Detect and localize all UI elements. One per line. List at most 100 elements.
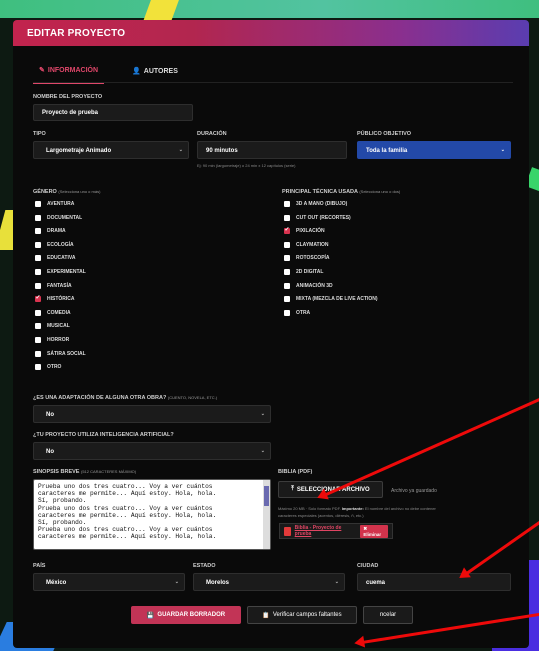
- checkbox-label: OTRA: [296, 309, 311, 316]
- pais-select[interactable]: México ⌄: [33, 573, 185, 591]
- tipo-select[interactable]: Largometraje Animado ⌄: [33, 141, 189, 159]
- checkbox[interactable]: [35, 228, 41, 235]
- checkbox-option[interactable]: 3D A MANO (DIBUJO): [284, 201, 347, 207]
- checkbox-label: EXPERIMENTAL: [47, 269, 86, 275]
- checkbox[interactable]: [35, 201, 41, 207]
- biblia-hint-2: caracteres especiales (acentos, diéresis…: [278, 513, 364, 518]
- checkbox-option[interactable]: HORROR: [35, 337, 69, 343]
- checkbox[interactable]: [35, 241, 41, 248]
- checkbox-option[interactable]: EXPERIMENTAL: [35, 269, 86, 275]
- biblia-label: BIBLIA (PDF): [278, 469, 313, 475]
- checkbox-label: COMEDIA: [47, 309, 71, 316]
- tab-autores[interactable]: 👤 AUTORES: [126, 64, 184, 84]
- delete-file-button[interactable]: ✖ Eliminar: [360, 524, 388, 538]
- chevron-down-icon: ⌄: [178, 147, 183, 153]
- checkbox-label: EDUCATIVA: [47, 255, 76, 262]
- biblia-hint: Máximo 20 MB · Solo formato PDF. Importa…: [278, 506, 436, 511]
- verify-fields-button[interactable]: 📋 Verificar campos faltantes: [247, 606, 357, 624]
- ia-select[interactable]: No ⌄: [33, 442, 271, 460]
- checkbox-label: ROTOSCOPÍA: [296, 255, 330, 262]
- duracion-hint: Ej: 90 min (largometraje) o 24 min x 12 …: [197, 163, 296, 168]
- ia-label: ¿TU PROYECTO UTILIZA INTELIGENCIA ARTIFI…: [33, 432, 174, 438]
- file-chip: Biblia - Proyecto de prueba ✖ Eliminar: [279, 523, 393, 539]
- checkbox[interactable]: [284, 241, 290, 248]
- checkbox[interactable]: [35, 255, 41, 262]
- duracion-input[interactable]: 90 minutos: [197, 141, 347, 159]
- duracion-label: DURACIÓN: [197, 131, 227, 137]
- checkbox-option[interactable]: CUT OUT (RECORTES): [284, 214, 351, 221]
- checkbox-label: MIXTA (MEZCLA DE LIVE ACTION): [296, 296, 378, 303]
- checkbox-label: DOCUMENTAL: [47, 214, 83, 221]
- sinopsis-textarea[interactable]: Prueba uno dos tres cuatro... Voy a ver …: [33, 479, 271, 550]
- checkbox-label: 2D DIGITAL: [296, 269, 324, 275]
- chevron-down-icon: ⌄: [334, 579, 339, 585]
- checkbox-label: DRAMA: [47, 228, 66, 235]
- checkbox-option[interactable]: DRAMA: [35, 228, 66, 235]
- checkbox[interactable]: [35, 294, 41, 303]
- cancel-button[interactable]: ncelar: [363, 606, 413, 624]
- tab-divider: [33, 82, 513, 83]
- clipboard-icon: 📋: [262, 612, 270, 619]
- checkbox-option[interactable]: ECOLOGÍA: [35, 241, 74, 248]
- adaptacion-select[interactable]: No ⌄: [33, 405, 271, 423]
- checkbox[interactable]: [284, 255, 290, 262]
- checkbox[interactable]: [284, 296, 290, 303]
- checkbox[interactable]: [35, 214, 41, 221]
- checkbox[interactable]: [284, 201, 290, 207]
- checkbox-option[interactable]: ROTOSCOPÍA: [284, 255, 330, 262]
- ciudad-input[interactable]: cuema: [357, 573, 511, 591]
- checkbox-option[interactable]: AVENTURA: [35, 201, 74, 207]
- checkbox[interactable]: [284, 282, 290, 289]
- checkbox-option[interactable]: MUSICAL: [35, 323, 70, 330]
- checkbox[interactable]: [284, 214, 290, 221]
- checkbox[interactable]: [35, 337, 41, 343]
- checkbox-label: 3D A MANO (DIBUJO): [296, 201, 348, 207]
- sinopsis-label: SINOPSIS BREVE (512 CARACTERES MÁXIMO): [33, 469, 137, 475]
- edit-icon: ✎: [39, 67, 45, 74]
- checkbox[interactable]: [35, 309, 41, 316]
- checkbox-option[interactable]: DOCUMENTAL: [35, 214, 83, 221]
- checkbox[interactable]: [35, 364, 41, 371]
- save-draft-button[interactable]: 💾 GUARDAR BORRADOR: [131, 606, 241, 624]
- checkbox-option[interactable]: PIXILACIÓN: [284, 226, 325, 235]
- checkbox-label: CLAYMATION: [296, 241, 329, 248]
- checkbox-option[interactable]: CLAYMATION: [284, 241, 329, 248]
- checkbox-option[interactable]: COMEDIA: [35, 309, 71, 316]
- checkbox[interactable]: [35, 282, 41, 289]
- checkbox[interactable]: [35, 350, 41, 357]
- publico-select[interactable]: Toda la familia ⌄: [357, 141, 511, 159]
- checkbox-label: PIXILACIÓN: [296, 228, 325, 235]
- checkbox[interactable]: [284, 226, 290, 235]
- estado-select[interactable]: Morelos ⌄: [193, 573, 345, 591]
- checkbox[interactable]: [35, 269, 41, 275]
- nombre-input[interactable]: Proyecto de prueba: [33, 104, 193, 121]
- checkbox-option[interactable]: FANTASÍA: [35, 282, 72, 289]
- user-icon: 👤: [132, 68, 141, 75]
- checkbox[interactable]: [284, 269, 290, 275]
- checkbox-option[interactable]: OTRO: [35, 364, 62, 371]
- file-link[interactable]: Biblia - Proyecto de prueba: [295, 525, 357, 537]
- checkbox-option[interactable]: SÁTIRA SOCIAL: [35, 350, 86, 357]
- chevron-down-icon: ⌄: [260, 411, 265, 417]
- checkbox-option[interactable]: OTRA: [284, 309, 311, 316]
- scrollbar-thumb[interactable]: [264, 486, 269, 506]
- checkbox-label: OTRO: [47, 364, 62, 371]
- adaptacion-label: ¿ES UNA ADAPTACIÓN DE ALGUNA OTRA OBRA? …: [33, 395, 218, 401]
- checkbox[interactable]: [35, 323, 41, 330]
- checkbox-option[interactable]: MIXTA (MEZCLA DE LIVE ACTION): [284, 296, 378, 303]
- checkbox-option[interactable]: 2D DIGITAL: [284, 269, 323, 275]
- checkbox-label: MUSICAL: [47, 323, 70, 330]
- publico-label: PÚBLICO OBJETIVO: [357, 131, 412, 137]
- tecnica-label: PRINCIPAL TÉCNICA USADA (Selecciona uno …: [282, 189, 401, 195]
- checkbox[interactable]: [284, 309, 290, 316]
- sinopsis-scrollbar[interactable]: [263, 480, 270, 549]
- checkbox-option[interactable]: HISTÓRICA: [35, 294, 75, 303]
- checkbox-label: AVENTURA: [47, 201, 75, 207]
- checkbox-option[interactable]: EDUCATIVA: [35, 255, 76, 262]
- checkbox-option[interactable]: ANIMACIÓN 3D: [284, 282, 333, 289]
- checkbox-label: CUT OUT (RECORTES): [296, 214, 351, 221]
- upload-icon: ⤒: [291, 486, 294, 492]
- checkbox-label: SÁTIRA SOCIAL: [47, 350, 86, 357]
- tab-informacion[interactable]: ✎ INFORMACIÓN: [33, 64, 105, 84]
- save-icon: 💾: [146, 612, 155, 619]
